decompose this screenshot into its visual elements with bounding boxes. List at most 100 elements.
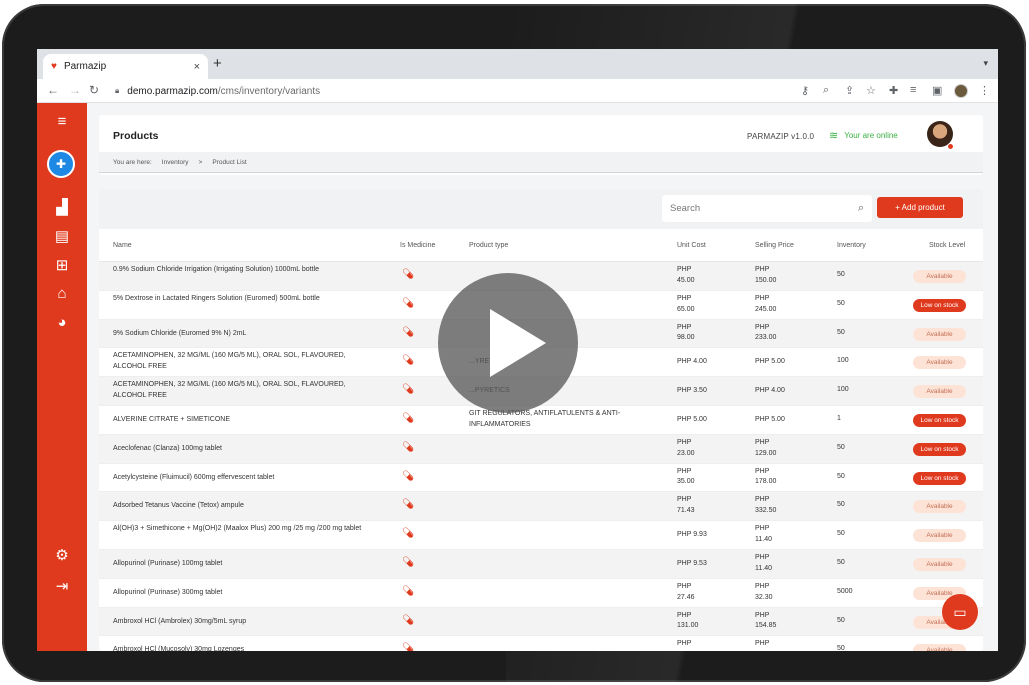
pill-icon: 💊︎ [402,470,415,482]
status-badge: Available [913,327,966,341]
search-input[interactable]: Search ⌕ [662,195,872,222]
pill-icon: 💊︎ [402,412,415,424]
cell-unit-cost: PHP 3.50 [677,387,707,395]
table-row[interactable]: Ambroxol HCl (Ambrolex) 30mg/5mL syrup 💊︎… [99,607,983,637]
cell-selling-price: PHP 233.00 [755,323,777,342]
status-badge: Available [913,529,966,543]
table-row[interactable]: Ambroxol HCl (Mucosolv) 30mg Lozenges 💊︎ P… [99,636,983,651]
cell-selling-price: PHP 34.20 [755,640,770,648]
status-badge: Low on stock [913,442,966,456]
cell-unit-cost: PHP 98.00 [677,323,695,342]
cell-inventory: 50 [837,299,845,307]
cell-inventory: 100 [837,357,849,365]
chat-icon[interactable]: ▭ [942,594,978,630]
cell-name: Acetylcysteine (Fluimucil) 600mg efferve… [113,473,275,481]
cell-unit-cost: PHP 35.00 [677,467,695,486]
pill-icon: 💊︎ [402,614,415,626]
back-arrow-icon[interactable]: ← [47,83,59,97]
cell-selling-price: PHP 154.85 [755,611,777,630]
cell-unit-cost: PHP [677,640,692,648]
tab-search-chevron-icon[interactable]: ▾ [983,58,988,69]
gift-icon[interactable]: ⊞ [37,256,87,274]
settings-icon[interactable]: ⚙ [37,546,87,564]
key-icon[interactable]: ⚷ [801,84,809,97]
search-placeholder: Search [670,203,701,214]
url-field[interactable]: 🔒︎ demo.parmazip.com/cms/inventory/varia… [105,82,765,100]
pharmacy-icon[interactable]: ✚ [47,150,75,178]
cell-inventory: 50 [837,530,845,538]
new-tab-button[interactable]: + [213,55,222,72]
breadcrumb-item-product-list[interactable]: Product List [212,159,246,166]
browser-menu-icon[interactable]: ⋮ [979,84,990,97]
cell-name: Ambroxol HCl (Ambrolex) 30mg/5mL syrup [113,617,247,625]
page-title: Products [113,130,159,142]
cell-unit-cost: PHP 5.00 [677,415,707,423]
cell-unit-cost: PHP 9.53 [677,559,707,567]
col-name[interactable]: Name [113,242,132,249]
cell-inventory: 5000 [837,587,853,595]
cell-name: 9% Sodium Chloride (Euromed 9% N) 2mL [113,329,247,337]
reading-list-icon[interactable]: ≡ [910,84,916,96]
inventory-icon[interactable]: ▤ [37,227,87,245]
table-row[interactable]: Al(OH)3 + Simethicone + Mg(OH)2 (Maalox … [99,521,983,550]
profile-avatar-icon[interactable] [954,84,968,98]
cell-name: Allopurinol (Purinase) 100mg tablet [113,559,223,567]
pill-icon: 💊︎ [402,326,415,338]
cell-selling-price: PHP 11.40 [755,553,772,572]
status-badge: Low on stock [913,471,966,485]
col-selling-price[interactable]: Selling Price [755,242,794,249]
status-badge: Available [913,356,966,370]
table-row[interactable]: Allopurinol (Purinase) 300mg tablet 💊︎ PHP… [99,579,983,608]
online-status: ≋ Your are online [829,129,898,142]
cell-inventory: 50 [837,328,845,336]
product-list-card: Search ⌕ + Add product Name Is Medicine … [99,189,983,651]
add-product-button[interactable]: + Add product [877,197,963,218]
breadcrumb: You are here: Inventory > Product List [99,152,983,173]
col-is-medicine[interactable]: Is Medicine [400,242,435,249]
col-product-type[interactable]: Product type [469,242,508,249]
share-icon[interactable]: ⇪ [845,84,854,97]
cell-unit-cost: PHP 131.00 [677,611,699,630]
cell-unit-cost: PHP 9.93 [677,531,707,539]
table-row[interactable]: Allopurinol (Purinase) 100mg tablet 💊︎ PHP… [99,549,983,579]
bookmark-star-icon[interactable]: ☆ [866,84,876,97]
browser-tab[interactable]: ♥ Parmazip × [43,54,208,79]
table-row[interactable]: Acetylcysteine (Fluimucil) 600mg efferve… [99,464,983,493]
play-icon [490,309,546,377]
col-unit-cost[interactable]: Unit Cost [677,242,706,249]
forward-arrow-icon[interactable]: → [69,83,81,97]
breadcrumb-item-inventory[interactable]: Inventory [162,159,189,166]
extensions-icon[interactable]: ✚ [889,84,898,97]
menu-icon[interactable]: ≡ [37,113,87,130]
cell-unit-cost: PHP 71.43 [677,496,695,515]
col-stock-level[interactable]: Stock Level [929,242,965,249]
status-badge: Available [913,270,966,283]
url-path: /cms/inventory/variants [217,85,321,97]
tab-close-icon[interactable]: × [194,61,200,73]
status-badge: Low on stock [913,298,966,312]
store-icon[interactable]: ⌂ [37,285,87,302]
table-row[interactable]: Adsorbed Tetanus Vaccine (Tetox) ampule 💊… [99,492,983,522]
chart-pie-icon[interactable]: ◕ [37,314,87,331]
table-row[interactable]: Aceclofenac (Clanza) 100mg tablet 💊︎ PHP 2… [99,434,983,464]
logout-icon[interactable]: ⇥ [37,577,87,595]
status-badge: Available [913,385,966,399]
cell-name: 0.9% Sodium Chloride Irrigation (Irrigat… [113,266,319,273]
video-play-button[interactable] [438,273,578,413]
cell-unit-cost: PHP 4.00 [677,358,707,366]
side-panel-icon[interactable]: ▣ [932,84,942,97]
cell-name: Adsorbed Tetanus Vaccine (Tetox) ampule [113,502,244,510]
pill-icon: 💊︎ [402,585,415,597]
pill-icon: 💊︎ [402,528,415,540]
table-row[interactable]: ALVERINE CITRATE + SIMETICONE 💊︎ GIT REGUL… [99,406,983,435]
list-toolbar: Search ⌕ + Add product [99,189,983,229]
zoom-icon[interactable]: ⌕ [823,84,829,97]
cell-selling-price: PHP 178.00 [755,467,777,486]
search-icon[interactable]: ⌕ [858,195,864,222]
table-header: Name Is Medicine Product type Unit Cost … [99,229,983,262]
cell-name: ACETAMINOPHEN, 32 MG/ML (160 MG/5 ML), O… [113,381,346,400]
analytics-icon[interactable]: ▟ [37,198,87,216]
col-inventory[interactable]: Inventory [837,242,866,249]
reload-icon[interactable]: ↻ [89,83,99,97]
pill-icon: 💊︎ [402,441,415,453]
